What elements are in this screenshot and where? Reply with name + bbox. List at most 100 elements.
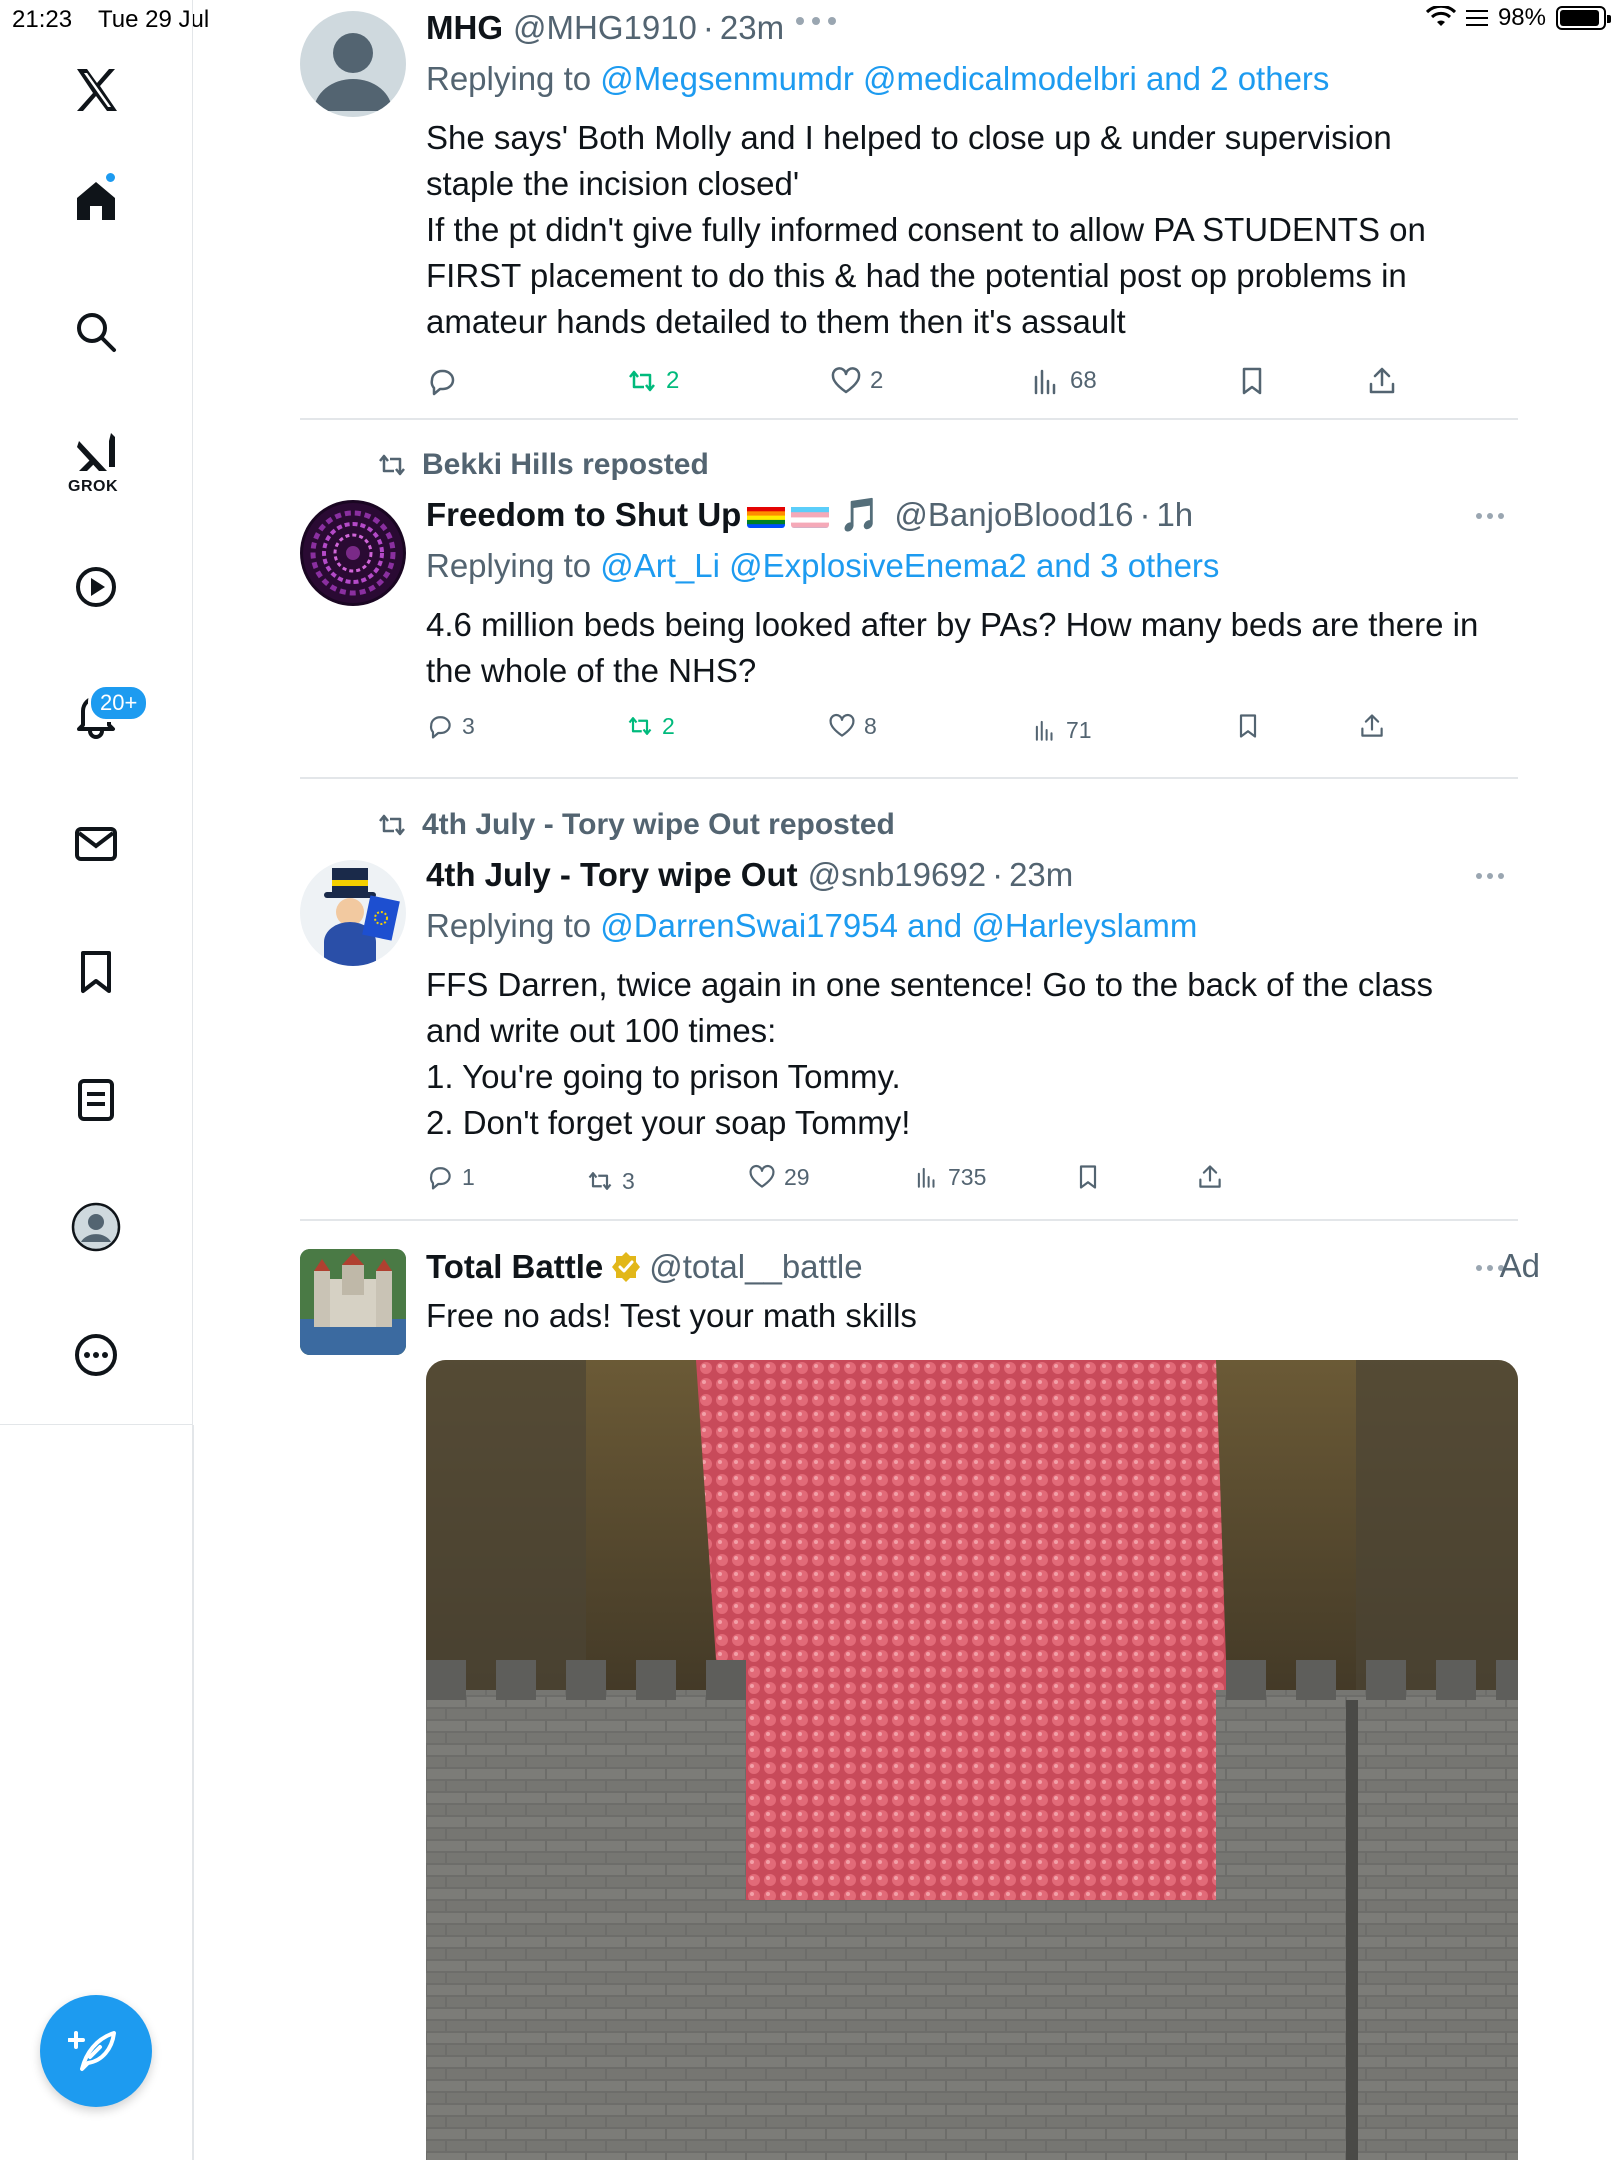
avatar[interactable] — [300, 11, 406, 117]
share-icon — [1361, 714, 1383, 737]
text-line: 4.6 million beds being looked after by P… — [426, 606, 1479, 643]
repost-icon — [379, 814, 405, 836]
repost-icon — [629, 370, 655, 392]
bookmark-button[interactable] — [1074, 1157, 1102, 1197]
heart-icon — [829, 713, 855, 737]
text-line: 1. You're going to prison Tommy. — [426, 1058, 901, 1095]
more-icon[interactable] — [792, 11, 842, 31]
more-options-button[interactable] — [1476, 513, 1504, 519]
views-button[interactable]: 71 — [1032, 710, 1092, 750]
share-button[interactable] — [1358, 706, 1386, 746]
replying-links[interactable]: @DarrenSwai17954 and @Harleyslamm — [600, 907, 1197, 944]
messages-icon[interactable] — [52, 800, 140, 888]
share-icon — [1199, 1165, 1221, 1188]
repost-count: 2 — [662, 712, 675, 739]
ad-label: Ad — [1499, 1247, 1540, 1284]
bookmarks-icon[interactable] — [52, 928, 140, 1016]
more-options-button[interactable] — [1476, 873, 1504, 879]
author-handle[interactable]: @snb19692 — [808, 855, 986, 895]
replying-links[interactable]: @Art_Li @ExplosiveEnema2 and 3 others — [600, 547, 1219, 584]
post-time[interactable]: 1h — [1156, 495, 1193, 535]
post-header: Freedom to Shut Up 🎵 @BanjoBlood16 · 1h — [426, 495, 1194, 535]
views-button[interactable]: 735 — [914, 1157, 986, 1197]
repost-button[interactable]: 2 — [626, 706, 675, 746]
post-text: 4.6 million beds being looked after by P… — [426, 602, 1518, 694]
bookmark-button[interactable] — [1234, 706, 1262, 746]
post-text: FFS Darren, twice again in one sentence!… — [426, 962, 1518, 1146]
like-button[interactable]: 29 — [748, 1157, 810, 1197]
reply-button[interactable]: 1 — [426, 1157, 475, 1197]
profile-avatar-icon[interactable] — [52, 1183, 140, 1271]
author-name[interactable]: Total Battle — [426, 1247, 603, 1287]
ad-media[interactable] — [426, 1360, 1518, 2160]
repost-icon — [379, 454, 405, 476]
share-button[interactable] — [1366, 361, 1398, 401]
text-line: FFS Darren, twice again in one sentence!… — [426, 966, 1434, 1003]
author-handle[interactable]: @BanjoBlood16 — [894, 495, 1133, 535]
repost-by[interactable]: Bekki Hills reposted — [422, 448, 709, 482]
verified-badge-icon — [612, 1252, 641, 1282]
post-text: She says' Both Molly and I helped to clo… — [426, 115, 1518, 345]
text-line: FIRST placement to do this & had the pot… — [426, 257, 1407, 294]
x-logo-icon[interactable] — [52, 46, 140, 134]
views-button[interactable]: 68 — [1030, 361, 1097, 401]
views-count: 71 — [1066, 716, 1092, 743]
repost-icon — [628, 717, 652, 735]
like-button[interactable]: 2 — [830, 361, 883, 401]
text-line: and write out 100 times: — [426, 1012, 777, 1049]
avatar[interactable] — [300, 1249, 406, 1355]
repost-icon — [588, 1172, 612, 1190]
home-notification-dot — [104, 171, 117, 184]
reply-count: 1 — [462, 1163, 475, 1190]
trans-flag-icon — [791, 502, 830, 528]
like-count: 8 — [864, 712, 877, 739]
replying-to: Replying to @DarrenSwai17954 and @Harley… — [426, 902, 1518, 950]
share-icon — [1369, 367, 1395, 394]
views-count: 735 — [948, 1163, 987, 1190]
views-icon — [917, 1167, 935, 1188]
home-icon[interactable] — [52, 157, 140, 245]
compose-button[interactable] — [40, 1995, 152, 2107]
battery-icon — [1556, 6, 1611, 30]
post-actions: 1 3 29 735 — [426, 1157, 1518, 1197]
avatar[interactable] — [300, 500, 406, 606]
sidebar-divider — [192, 1425, 194, 2160]
repost-button[interactable]: 2 — [626, 361, 679, 401]
avatar[interactable] — [300, 860, 406, 966]
reply-count: 3 — [462, 712, 475, 739]
video-icon[interactable] — [52, 543, 140, 631]
post-actions: 2 2 68 — [426, 361, 1518, 401]
reply-button[interactable] — [426, 361, 466, 401]
music-note-icon: 🎵 — [839, 496, 881, 533]
text-line: the whole of the NHS? — [426, 652, 757, 689]
author-name[interactable]: Freedom to Shut Up — [426, 495, 741, 535]
lists-icon[interactable] — [52, 1056, 140, 1144]
post-actions: 3 2 8 71 — [426, 706, 1518, 746]
share-button[interactable] — [1196, 1157, 1224, 1197]
heart-icon — [831, 367, 861, 394]
reply-button[interactable]: 3 — [426, 706, 475, 746]
post-header: MHG @MHG1910 · 23m — [426, 8, 1518, 48]
text-line: If the pt didn't give fully informed con… — [426, 211, 1426, 248]
more-options-icon[interactable] — [52, 1311, 140, 1399]
repost-button[interactable]: 3 — [586, 1161, 635, 1201]
repost-by[interactable]: 4th July - Tory wipe Out reposted — [422, 808, 895, 842]
post-header: Total Battle @total__battle — [426, 1247, 1518, 1287]
bookmark-button[interactable] — [1236, 361, 1268, 401]
search-icon[interactable] — [52, 288, 140, 376]
author-handle[interactable]: @MHG1910 — [513, 8, 697, 48]
like-button[interactable]: 8 — [828, 706, 877, 746]
author-name[interactable]: 4th July - Tory wipe Out — [426, 855, 798, 895]
replying-links[interactable]: @Megsenmumdr @medicalmodelbri and 2 othe… — [600, 60, 1329, 97]
author-name[interactable]: MHG — [426, 8, 503, 48]
grok-label: GROK — [68, 478, 118, 495]
post-time[interactable]: 23m — [720, 8, 784, 48]
author-handle[interactable]: @total__battle — [649, 1247, 862, 1287]
reply-icon — [430, 369, 455, 396]
bookmark-icon — [1239, 714, 1257, 738]
post-time[interactable]: 23m — [1009, 855, 1073, 895]
views-count: 68 — [1070, 367, 1097, 394]
repost-indicator: Bekki Hills reposted — [376, 448, 709, 482]
repost-indicator: 4th July - Tory wipe Out reposted — [376, 808, 895, 842]
replying-prefix: Replying to — [426, 907, 601, 944]
